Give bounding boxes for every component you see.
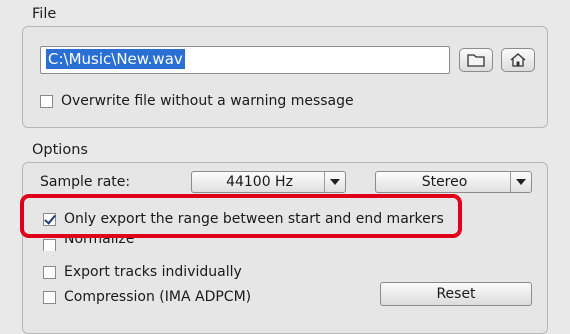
sample-rate-dropdown-arrow[interactable] (324, 172, 345, 192)
file-path-value: C:\Music\New.wav (46, 49, 185, 69)
channels-select[interactable]: Stereo (375, 171, 532, 193)
export-tracks-checkbox[interactable] (43, 265, 56, 279)
normalize-row[interactable]: Normalize (43, 235, 135, 251)
file-group-title: File (32, 6, 57, 22)
export-tracks-row[interactable]: Export tracks individually (43, 264, 242, 280)
sample-rate-select[interactable]: 44100 Hz (191, 171, 346, 193)
options-group-title: Options (32, 142, 88, 158)
overwrite-label: Overwrite file without a warning message (61, 93, 354, 109)
home-icon (510, 53, 526, 67)
chevron-down-icon (516, 179, 526, 185)
only-export-row[interactable]: Only export the range between start and … (43, 211, 444, 227)
channels-dropdown-arrow[interactable] (510, 172, 531, 192)
normalize-label: Normalize (64, 235, 135, 247)
only-export-label: Only export the range between start and … (64, 211, 444, 227)
sample-rate-value: 44100 Hz (226, 174, 293, 190)
folder-icon (467, 54, 485, 67)
file-group-box (22, 26, 548, 128)
browse-folder-button[interactable] (459, 48, 493, 72)
overwrite-row[interactable]: Overwrite file without a warning message (40, 93, 354, 109)
sample-rate-label: Sample rate: (40, 174, 131, 190)
channels-value: Stereo (421, 174, 468, 190)
file-path-input[interactable]: C:\Music\New.wav (40, 46, 450, 74)
only-export-checkbox[interactable] (43, 212, 56, 226)
overwrite-checkbox[interactable] (40, 94, 53, 108)
compression-row[interactable]: Compression (IMA ADPCM) (43, 289, 251, 305)
compression-checkbox[interactable] (43, 290, 56, 304)
compression-label: Compression (IMA ADPCM) (64, 289, 252, 305)
reset-button[interactable]: Reset (380, 282, 532, 306)
normalize-checkbox[interactable] (43, 239, 56, 251)
export-tracks-label: Export tracks individually (64, 264, 242, 280)
chevron-down-icon (330, 179, 340, 185)
home-folder-button[interactable] (501, 48, 535, 72)
